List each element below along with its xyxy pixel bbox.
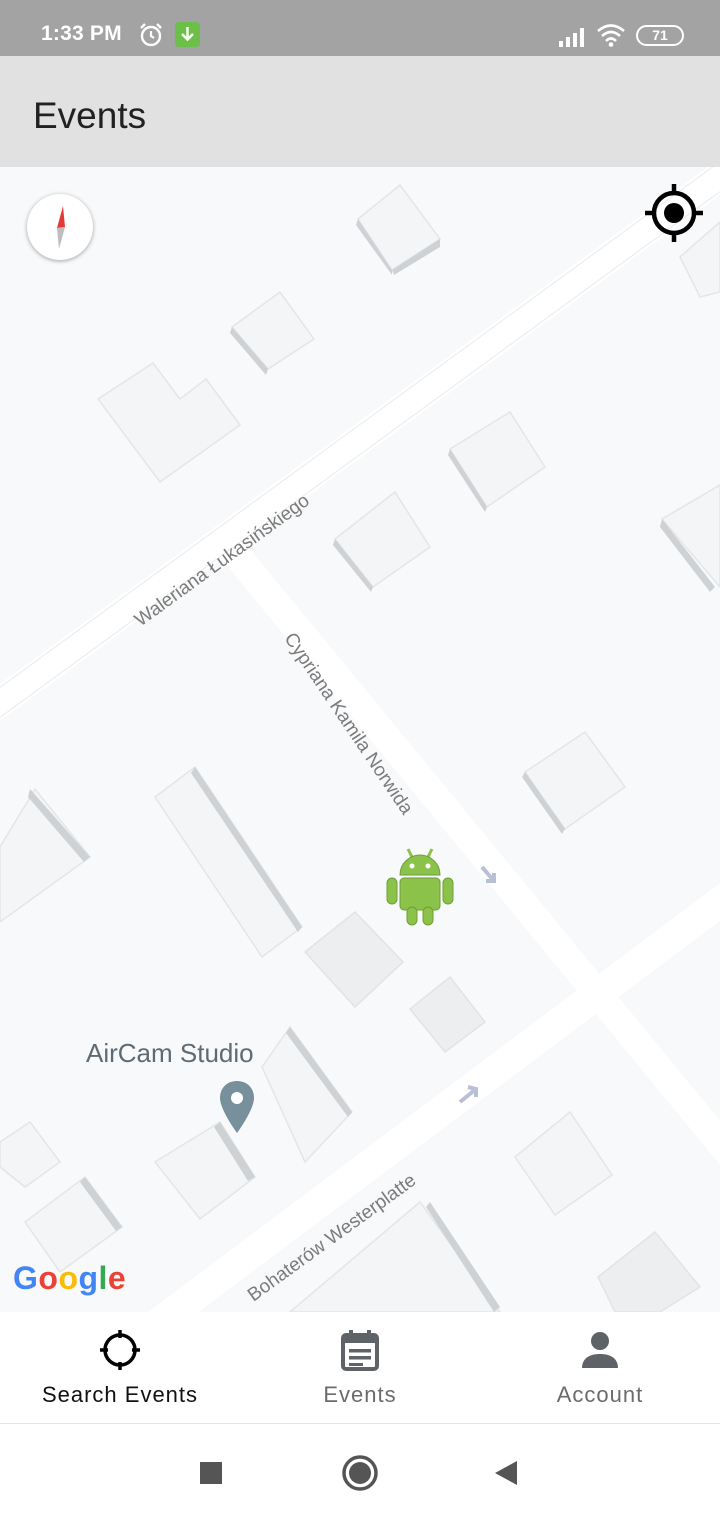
nav-label-account: Account xyxy=(556,1382,644,1407)
app-bar: Events xyxy=(0,56,720,167)
bottom-navigation: Search Events Events Account xyxy=(0,1312,720,1424)
nav-events[interactable]: Events xyxy=(240,1312,480,1424)
alarm-icon xyxy=(140,23,162,47)
nav-account[interactable]: Account xyxy=(480,1312,720,1424)
signal-icon xyxy=(559,28,584,47)
wifi-icon xyxy=(597,24,625,47)
back-triangle-icon[interactable] xyxy=(493,1459,519,1487)
map-view[interactable]: Waleriana Łukasińskiego Cypriana Kamila … xyxy=(0,167,720,1312)
page-title: Events xyxy=(33,95,147,136)
status-bar: 1:33 PM 71 xyxy=(0,0,720,56)
nav-label-events: Events xyxy=(323,1382,397,1407)
home-circle-icon[interactable] xyxy=(341,1454,379,1492)
system-navigation-bar xyxy=(0,1425,720,1520)
poi-label[interactable]: AirCam Studio xyxy=(86,1038,254,1069)
my-location-icon[interactable] xyxy=(645,184,703,242)
android-icon[interactable] xyxy=(384,845,456,927)
map-pin-icon[interactable] xyxy=(218,1079,256,1135)
crosshair-icon xyxy=(100,1330,140,1370)
compass-button[interactable] xyxy=(27,194,93,260)
compass-icon xyxy=(57,206,65,249)
nav-search-events[interactable]: Search Events xyxy=(0,1312,240,1424)
nav-label-search-events: Search Events xyxy=(41,1382,199,1407)
download-icon xyxy=(175,22,200,47)
google-attribution-logo: Google xyxy=(13,1260,127,1296)
battery-icon: 71 xyxy=(636,25,684,46)
status-time: 1:33 PM xyxy=(41,22,122,45)
person-icon xyxy=(582,1332,618,1368)
event-note-icon xyxy=(341,1330,379,1371)
recents-square-icon[interactable] xyxy=(199,1461,223,1485)
